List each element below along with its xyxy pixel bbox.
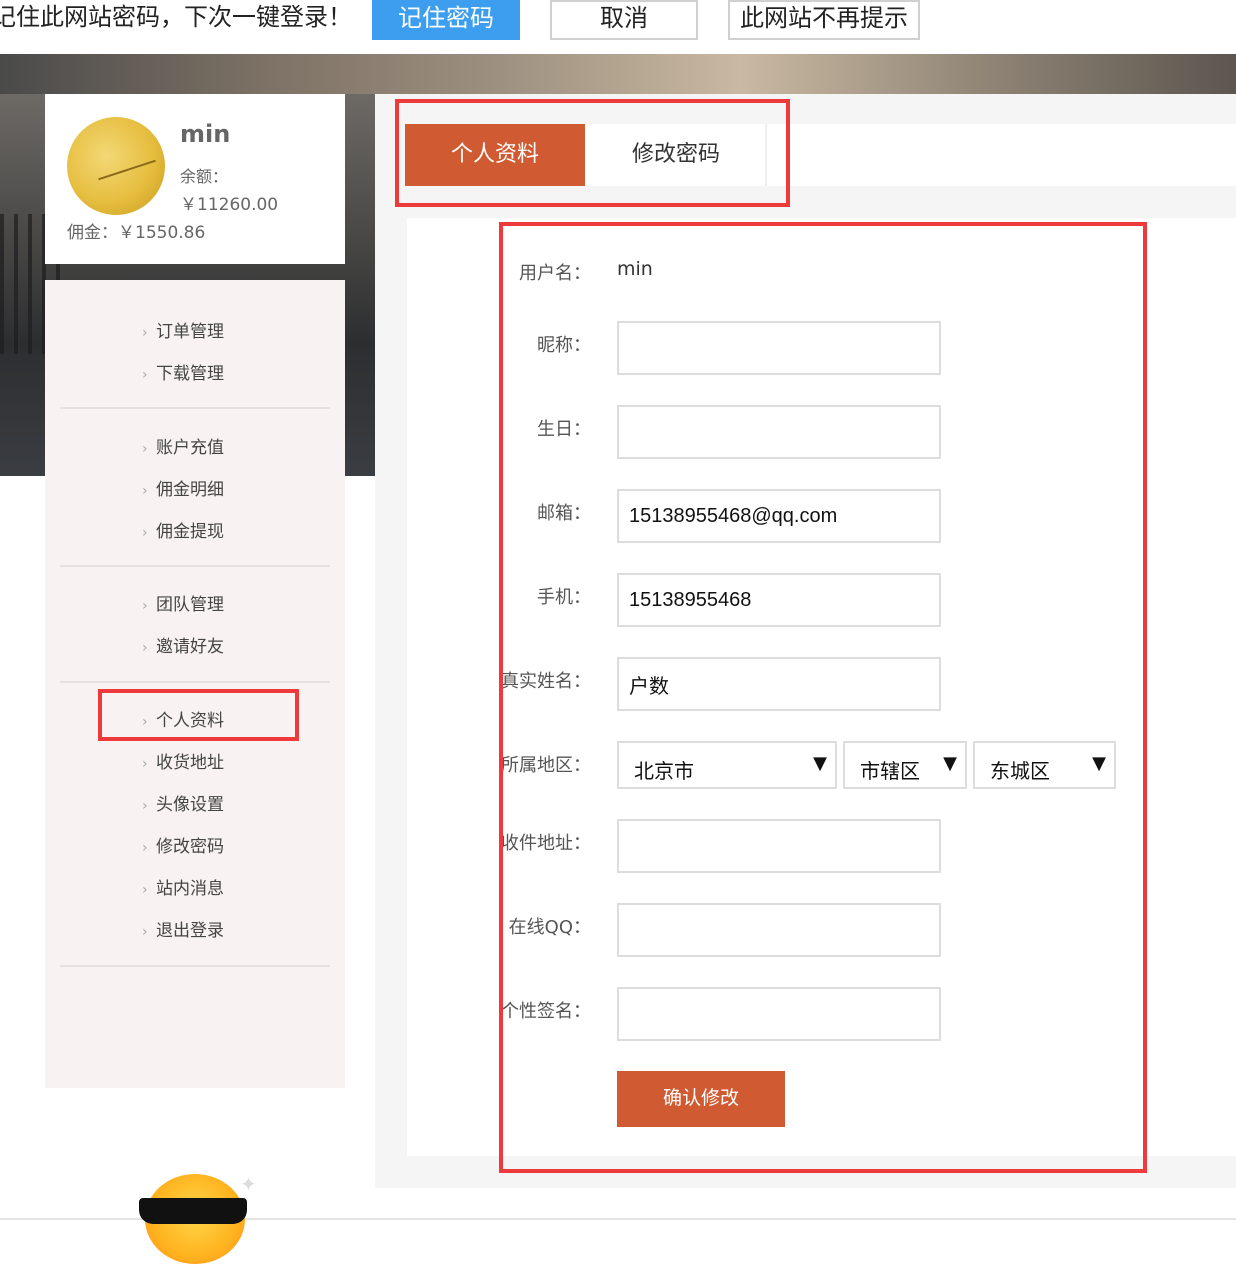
sidebar-item-withdraw[interactable]: › 佣金提现 (142, 517, 224, 542)
menu-group-team: › 团队管理 › 邀请好友 (60, 567, 330, 683)
sun-sunglasses-icon (135, 1160, 255, 1264)
balance-label: 余额： (180, 167, 229, 186)
user-card: min 余额： ￥11260.00 佣金：￥1550.86 (45, 94, 345, 264)
never-prompt-button[interactable]: 此网站不再提示 (728, 0, 920, 40)
remember-password-button[interactable]: 记住密码 (372, 0, 520, 40)
password-save-message: 记住此网站密码，下次一键登录！ (0, 3, 352, 31)
sidebar-item-recharge[interactable]: › 账户充值 (142, 433, 224, 458)
sidebar-item-logout[interactable]: › 退出登录 (142, 916, 224, 941)
menu-group-finance: › 账户充值 › 佣金明细 › 佣金提现 (60, 409, 330, 567)
sidebar-item-label: 站内消息 (156, 879, 224, 899)
chevron-right-icon: › (142, 325, 148, 341)
hero-banner (0, 54, 1236, 94)
sidebar-item-messages[interactable]: › 站内消息 (142, 874, 224, 899)
sunglasses (139, 1198, 247, 1224)
sidebar-item-avatar[interactable]: › 头像设置 (142, 790, 224, 815)
sidebar-item-orders[interactable]: › 订单管理 (142, 317, 224, 342)
chevron-right-icon: › (142, 525, 148, 541)
sidebar-item-commission-details[interactable]: › 佣金明细 (142, 475, 224, 500)
password-save-bar: 记住此网站密码，下次一键登录！ 记住密码 取消 此网站不再提示 (0, 0, 1236, 50)
chevron-right-icon: › (142, 756, 148, 772)
commission-value: 佣金：￥1550.86 (67, 223, 206, 243)
sidebar-item-label: 收货地址 (156, 753, 224, 773)
sidebar-item-downloads[interactable]: › 下载管理 (142, 359, 224, 384)
sidebar-item-label: 头像设置 (156, 795, 224, 815)
chevron-right-icon: › (142, 598, 148, 614)
sidebar-item-label: 下载管理 (156, 364, 224, 384)
user-name: min (180, 120, 231, 148)
highlight-tabs (395, 99, 790, 207)
highlight-form (499, 222, 1147, 1173)
chevron-right-icon: › (142, 798, 148, 814)
menu-group-orders: › 订单管理 › 下载管理 (60, 280, 330, 409)
chevron-right-icon: › (142, 367, 148, 383)
sidebar-item-address[interactable]: › 收货地址 (142, 748, 224, 773)
chevron-right-icon: › (142, 441, 148, 457)
chevron-right-icon: › (142, 840, 148, 856)
sidebar-item-change-password[interactable]: › 修改密码 (142, 832, 224, 857)
sidebar-item-team[interactable]: › 团队管理 (142, 590, 224, 615)
chevron-right-icon: › (142, 924, 148, 940)
sidebar-item-label: 佣金明细 (156, 480, 224, 500)
sidebar-item-label: 邀请好友 (156, 637, 224, 657)
sidebar: › 订单管理 › 下载管理 › 账户充值 › 佣金明细 › 佣金提现 › 团队管理 › 邀请好… (45, 280, 345, 1088)
highlight-sidebar-profile (98, 689, 299, 741)
sidebar-item-invite[interactable]: › 邀请好友 (142, 632, 224, 657)
sparkle-icon: ✦ (240, 1172, 257, 1196)
sidebar-item-label: 退出登录 (156, 921, 224, 941)
balance-value: ￥11260.00 (180, 195, 279, 215)
sidebar-item-label: 订单管理 (156, 322, 224, 342)
sidebar-item-label: 账户充值 (156, 438, 224, 458)
cancel-button[interactable]: 取消 (550, 0, 698, 40)
sidebar-item-label: 修改密码 (156, 837, 224, 857)
avatar[interactable] (67, 117, 165, 215)
sidebar-item-label: 佣金提现 (156, 522, 224, 542)
chevron-right-icon: › (142, 483, 148, 499)
sidebar-item-label: 团队管理 (156, 595, 224, 615)
chevron-right-icon: › (142, 882, 148, 898)
chevron-right-icon: › (142, 640, 148, 656)
